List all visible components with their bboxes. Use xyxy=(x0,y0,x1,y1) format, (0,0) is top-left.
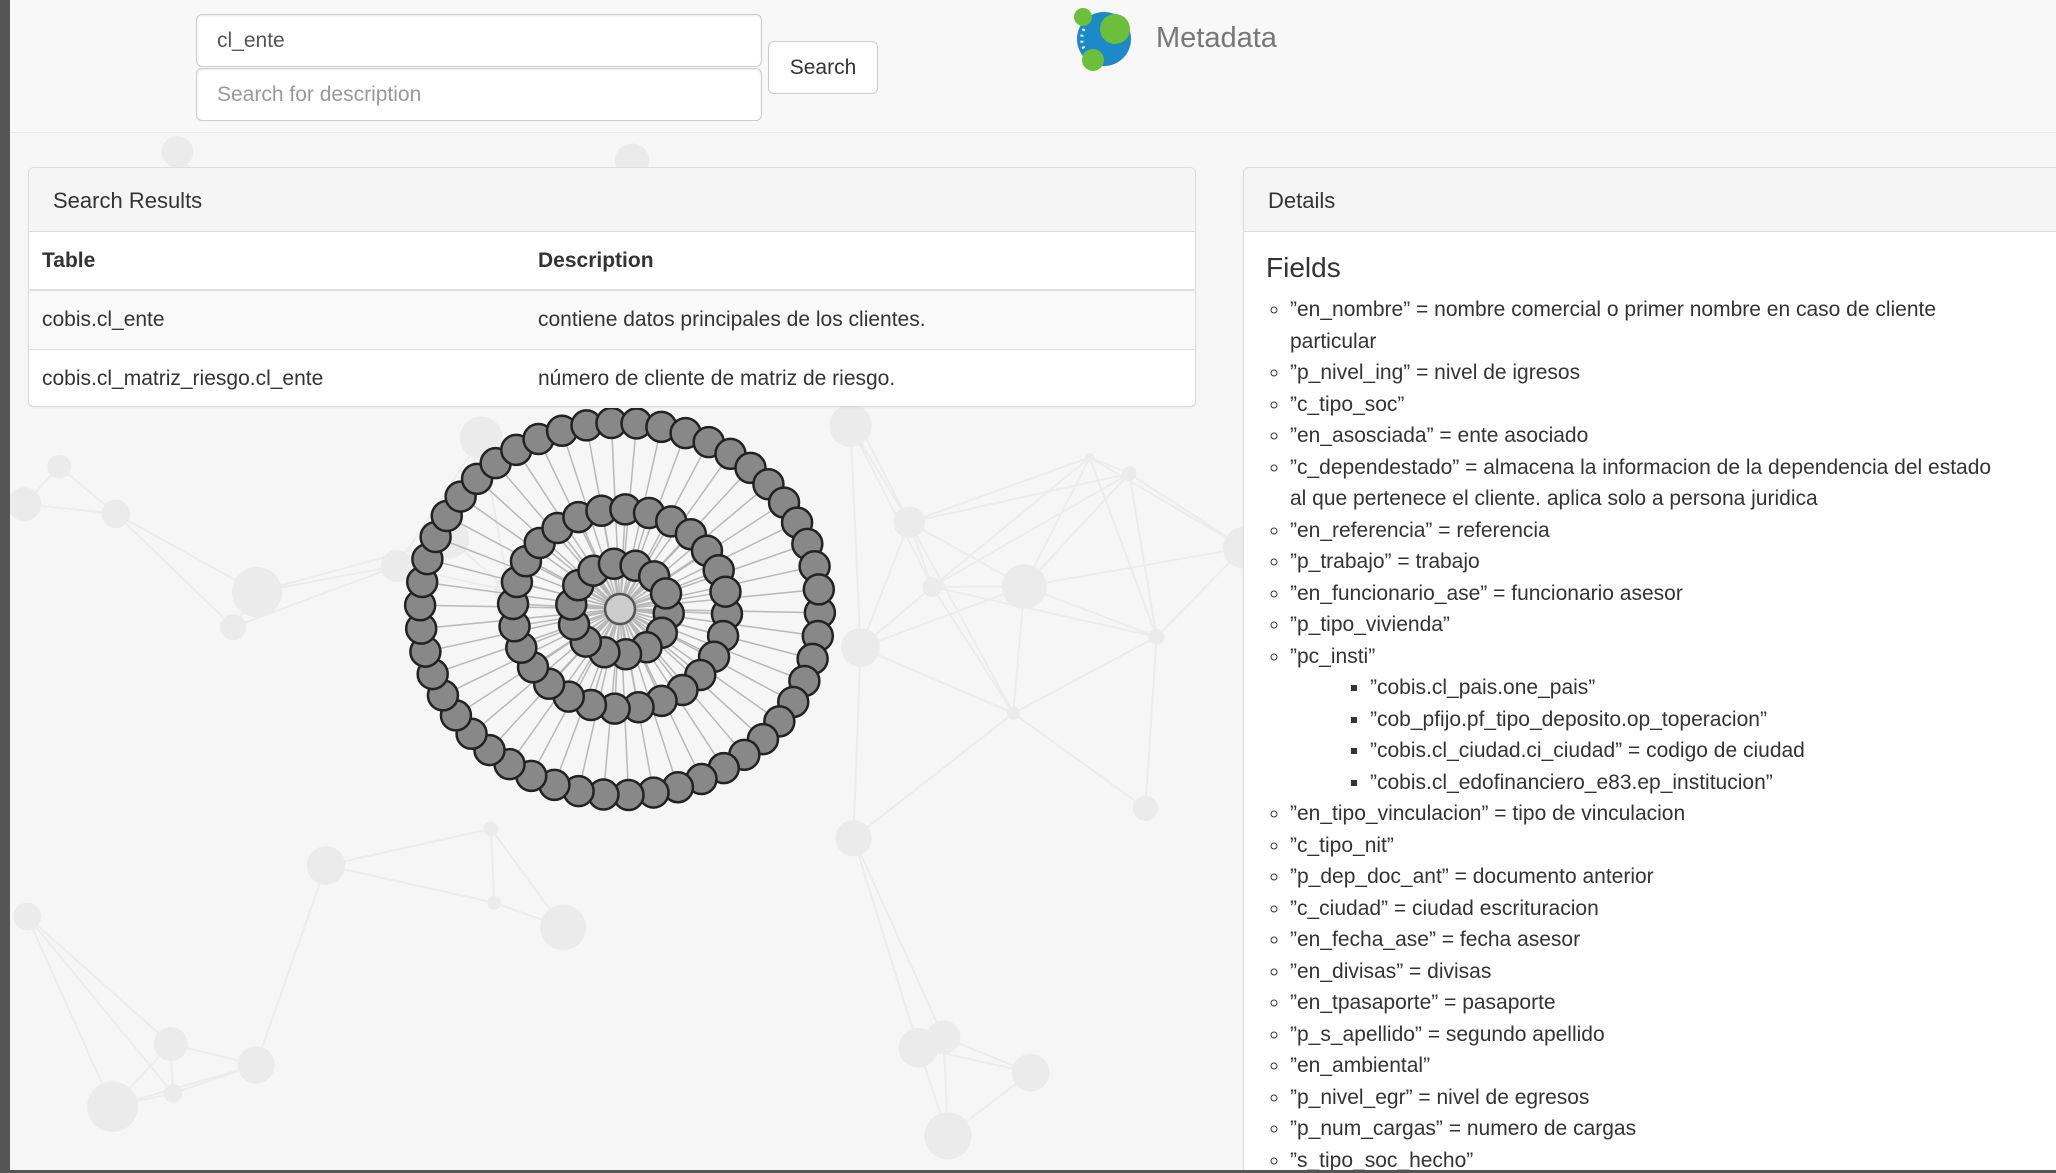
graph-center-node[interactable] xyxy=(603,592,637,626)
field-item: ”c_tipo_soc” xyxy=(1290,389,1994,421)
neo4j-logo-icon xyxy=(1074,8,1131,71)
field-item: ”c_dependestado” = almacena la informaci… xyxy=(1290,452,1994,515)
app-window: Search Metadata Search Results Table Des… xyxy=(10,0,2056,1170)
field-item: ”p_trabajo” = trabajo xyxy=(1290,546,1994,578)
column-header-table: Table xyxy=(29,232,525,291)
row-description: contiene datos principales de los client… xyxy=(525,289,1195,349)
field-subitem: ”cobis.cl_pais.one_pais” xyxy=(1370,672,1994,704)
column-header-description: Description xyxy=(525,232,1195,291)
description-search-input[interactable] xyxy=(196,68,762,121)
field-item: ”en_divisas” = divisas xyxy=(1290,956,1994,988)
table-row[interactable]: cobis.cl_matriz_riesgo.cl_ente número de… xyxy=(29,348,1195,406)
field-item: ”en_nombre” = nombre comercial o primer … xyxy=(1290,294,1994,357)
field-item: ”p_nivel_ing” = nivel de igresos xyxy=(1290,357,1994,389)
graph-node[interactable] xyxy=(649,577,683,610)
fields-list: ”en_nombre” = nombre comercial o primer … xyxy=(1244,294,1994,1170)
field-item: ”en_tipo_vinculacion” = tipo de vinculac… xyxy=(1290,798,1994,830)
field-item: ”p_tipo_vivienda” xyxy=(1290,609,1994,641)
top-bar: Search Metadata xyxy=(10,0,2056,133)
field-item: ”p_num_cargas” = numero de cargas xyxy=(1290,1113,1994,1145)
field-item: ”p_nivel_egr” = nivel de egresos xyxy=(1290,1082,1994,1114)
field-item: ”s_tipo_soc_hecho” xyxy=(1290,1145,1994,1171)
row-table-name[interactable]: cobis.cl_ente xyxy=(29,289,525,349)
search-results-panel: Search Results Table Description cobis.c… xyxy=(28,167,1196,407)
field-item: ”en_funcionario_ase” = funcionario aseso… xyxy=(1290,578,1994,610)
results-header-row: Table Description xyxy=(29,232,1195,291)
brand-title: Metadata xyxy=(1156,22,1277,54)
field-subitem: ”cobis.cl_edofinanciero_e83.ep_instituci… xyxy=(1370,767,1994,799)
row-description: número de cliente de matriz de riesgo. xyxy=(525,348,1195,406)
field-sublist: ”cobis.cl_pais.one_pais” ”cob_pfijo.pf_t… xyxy=(1290,672,1994,798)
field-item: ”en_fecha_ase” = fecha asesor xyxy=(1290,924,1994,956)
field-item: ”p_s_apellido” = segundo apellido xyxy=(1290,1019,1994,1051)
details-title: Details xyxy=(1244,168,2056,232)
row-table-name[interactable]: cobis.cl_matriz_riesgo.cl_ente xyxy=(29,348,525,406)
search-results-title: Search Results xyxy=(29,168,1195,232)
field-item: ”en_tpasaporte” = pasaporte xyxy=(1290,987,1994,1019)
details-panel: Details Fields ”en_nombre” = nombre come… xyxy=(1243,167,2056,1170)
search-button[interactable]: Search xyxy=(768,41,878,94)
field-item: ”en_asosciada” = ente asociado xyxy=(1290,420,1994,452)
field-item: ”c_tipo_nit” xyxy=(1290,830,1994,862)
fields-heading: Fields xyxy=(1266,252,1341,283)
field-subitem: ”cobis.cl_ciudad.ci_ciudad” = codigo de … xyxy=(1370,735,1994,767)
graph-visualization[interactable] xyxy=(380,408,880,848)
search-input[interactable] xyxy=(196,14,762,67)
field-item: ”en_referencia” = referencia xyxy=(1290,515,1994,547)
field-item: ”en_ambiental” xyxy=(1290,1050,1994,1082)
graph-node[interactable] xyxy=(802,573,836,606)
field-item: ”p_dep_doc_ant” = documento anterior xyxy=(1290,861,1994,893)
results-table: Table Description cobis.cl_ente contiene… xyxy=(29,232,1195,406)
graph-node[interactable] xyxy=(709,575,742,608)
field-item: ”pc_insti” ”cobis.cl_pais.one_pais” ”cob… xyxy=(1290,641,1994,799)
field-item: ”c_ciudad” = ciudad escrituracion xyxy=(1290,893,1994,925)
field-item-label: ”pc_insti” xyxy=(1290,644,1376,668)
field-subitem: ”cob_pfijo.pf_tipo_deposito.op_toperacio… xyxy=(1370,704,1994,736)
table-row[interactable]: cobis.cl_ente contiene datos principales… xyxy=(29,289,1195,349)
